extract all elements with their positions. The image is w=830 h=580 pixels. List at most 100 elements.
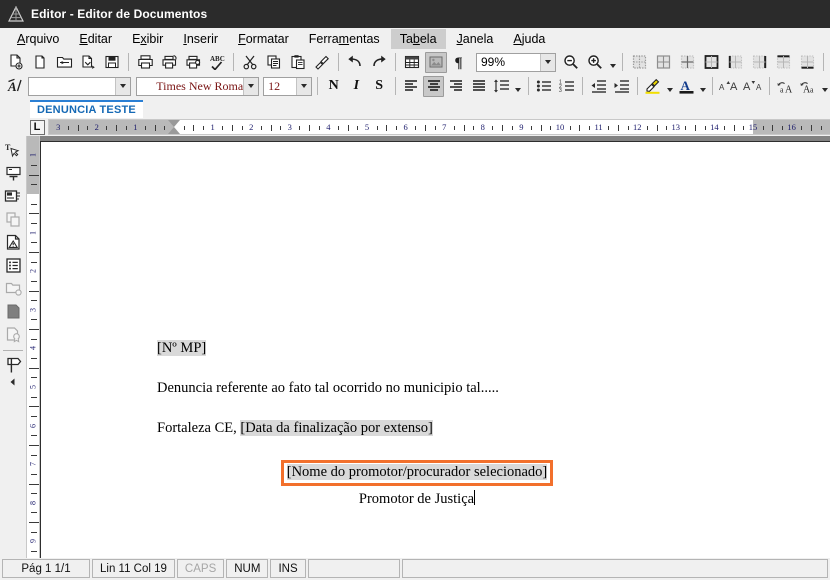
highlight-color-icon[interactable] <box>643 76 664 97</box>
highlight-color-dropdown-icon[interactable] <box>664 76 674 97</box>
increase-font-size-icon[interactable]: AA <box>718 76 740 97</box>
zoom-dropdown-arrow[interactable] <box>540 54 555 71</box>
document-canvas[interactable]: [Nº MP] Denuncia referente ao fato tal o… <box>40 136 830 558</box>
copy-icon[interactable] <box>263 52 285 73</box>
paragraph-style-icon[interactable]: A <box>5 76 26 97</box>
tab-stop-selector[interactable]: L <box>26 118 48 136</box>
document-warning-icon[interactable] <box>1 231 25 254</box>
insert-image-icon[interactable] <box>425 52 447 73</box>
align-justify-icon[interactable] <box>469 76 490 97</box>
paragraph-denuncia[interactable]: Denuncia referente ao fato tal ocorrido … <box>157 380 677 397</box>
lowercase-icon[interactable]: Aa <box>798 76 819 97</box>
case-dropdown-icon[interactable] <box>820 76 830 97</box>
status-num[interactable]: NUM <box>226 559 268 578</box>
decrease-indent-icon[interactable] <box>588 76 609 97</box>
borders-outer-icon[interactable] <box>700 52 722 73</box>
flag-marker-icon[interactable] <box>1 353 25 376</box>
borders-inner-icon[interactable] <box>676 52 698 73</box>
borders-top-icon[interactable] <box>772 52 794 73</box>
menu-arquivo[interactable]: Arquivo <box>8 29 68 49</box>
status-caps[interactable]: CAPS <box>177 559 224 578</box>
menu-ajuda[interactable]: Ajuda <box>504 29 554 49</box>
font-color-icon[interactable]: A <box>676 76 697 97</box>
open-folder-icon[interactable] <box>53 52 75 73</box>
align-left-icon[interactable] <box>401 76 422 97</box>
paragraph-signature-field[interactable]: [Nome do promotor/procurador selecionado… <box>157 460 677 486</box>
italic-button[interactable]: I <box>346 76 367 97</box>
underline-button[interactable]: S <box>369 76 390 97</box>
new-document-icon[interactable] <box>5 52 27 73</box>
status-page[interactable]: Pág 1 1/1 <box>2 559 90 578</box>
insert-table-icon[interactable] <box>401 52 423 73</box>
field-numero-mp[interactable]: [Nº MP] <box>157 340 206 356</box>
borders-right-icon[interactable] <box>748 52 770 73</box>
borders-left-icon[interactable] <box>724 52 746 73</box>
field-nome-promotor[interactable]: [Nome do promotor/procurador selecionado… <box>287 464 548 480</box>
folder-options-icon[interactable] <box>1 277 25 300</box>
paragraph-signature-role[interactable]: Promotor de Justiça <box>157 490 677 508</box>
status-line-col[interactable]: Lin 11 Col 19 <box>92 559 175 578</box>
paragraph-numero-mp[interactable]: [Nº MP] <box>157 340 677 357</box>
zoom-in-icon[interactable] <box>584 52 606 73</box>
line-spacing-dropdown-icon[interactable] <box>513 76 523 97</box>
zoom-combo[interactable]: 99% <box>476 53 556 72</box>
paste-icon[interactable] <box>287 52 309 73</box>
decrease-font-size-icon[interactable]: AA <box>742 76 764 97</box>
font-size-arrow[interactable] <box>296 78 311 95</box>
toolbar-overflow-icon[interactable] <box>607 52 618 73</box>
copy-pages-icon[interactable] <box>1 208 25 231</box>
status-blank-2[interactable] <box>402 559 828 578</box>
insert-field-icon[interactable] <box>1 185 25 208</box>
borders-all-dotted-icon[interactable] <box>628 52 650 73</box>
paragraph-style-arrow[interactable] <box>115 78 130 95</box>
menu-tabela[interactable]: Tabela <box>391 29 446 49</box>
menu-exibir[interactable]: Exibir <box>123 29 172 49</box>
menu-inserir[interactable]: Inserir <box>174 29 227 49</box>
undo-icon[interactable] <box>344 52 366 73</box>
redo-icon[interactable] <box>368 52 390 73</box>
menu-editar[interactable]: Editar <box>70 29 121 49</box>
status-ins[interactable]: INS <box>270 559 305 578</box>
save-icon[interactable] <box>101 52 123 73</box>
field-data-finalizacao[interactable]: [Data da finalização por extenso] <box>240 420 432 436</box>
text-frame-icon[interactable] <box>1 162 25 185</box>
print-preview-icon[interactable] <box>158 52 180 73</box>
document-page[interactable]: [Nº MP] Denuncia referente ao fato tal o… <box>40 141 830 558</box>
menu-formatar[interactable]: Formatar <box>229 29 298 49</box>
numbered-list-icon[interactable]: 123 <box>556 76 577 97</box>
new-blank-page-icon[interactable] <box>29 52 51 73</box>
bullet-list-icon[interactable] <box>534 76 555 97</box>
line-spacing-icon[interactable] <box>492 76 513 97</box>
horizontal-ruler[interactable]: 3 2 1 1 2 3 4 5 6 7 8 9 10 11 12 13 14 15 16 <box>48 119 830 135</box>
increase-indent-icon[interactable] <box>611 76 632 97</box>
menu-ferramentas[interactable]: Ferramentas <box>300 29 389 49</box>
text-select-tool-icon[interactable]: T <box>1 139 25 162</box>
spellcheck-icon[interactable]: ABC <box>206 52 228 73</box>
bold-button[interactable]: N <box>323 76 344 97</box>
align-right-icon[interactable] <box>446 76 467 97</box>
uppercase-icon[interactable]: aA <box>775 76 796 97</box>
font-name-combo[interactable]: 𝕇 Times New Roma <box>136 77 259 96</box>
list-properties-icon[interactable] <box>1 254 25 277</box>
vertical-ruler[interactable]: 1 1 2 3 4 5 6 7 8 9 <box>26 136 40 558</box>
paragraph-style-combo[interactable] <box>28 77 132 96</box>
first-line-indent-marker[interactable] <box>168 120 180 127</box>
document-body[interactable]: [Nº MP] Denuncia referente ao fato tal o… <box>157 340 677 508</box>
zoom-out-icon[interactable] <box>560 52 582 73</box>
menu-janela[interactable]: Janela <box>448 29 503 49</box>
page-block-icon[interactable] <box>1 300 25 323</box>
left-indent-marker[interactable] <box>168 127 180 134</box>
font-size-combo[interactable]: 12 <box>263 77 312 96</box>
borders-bottom-icon[interactable] <box>796 52 818 73</box>
print-icon[interactable] <box>134 52 156 73</box>
cut-scissors-icon[interactable] <box>239 52 261 73</box>
format-painter-icon[interactable] <box>311 52 333 73</box>
borders-grid-icon[interactable] <box>652 52 674 73</box>
font-color-dropdown-icon[interactable] <box>697 76 707 97</box>
sidebar-collapse-icon[interactable] <box>1 376 25 388</box>
font-name-arrow[interactable] <box>243 78 258 95</box>
paragraph-local-data[interactable]: Fortaleza CE, [Data da finalização por e… <box>157 420 677 437</box>
document-tab-denuncia-teste[interactable]: DENUNCIA TESTE <box>30 100 143 118</box>
print-settings-icon[interactable] <box>182 52 204 73</box>
status-blank-1[interactable] <box>308 559 400 578</box>
